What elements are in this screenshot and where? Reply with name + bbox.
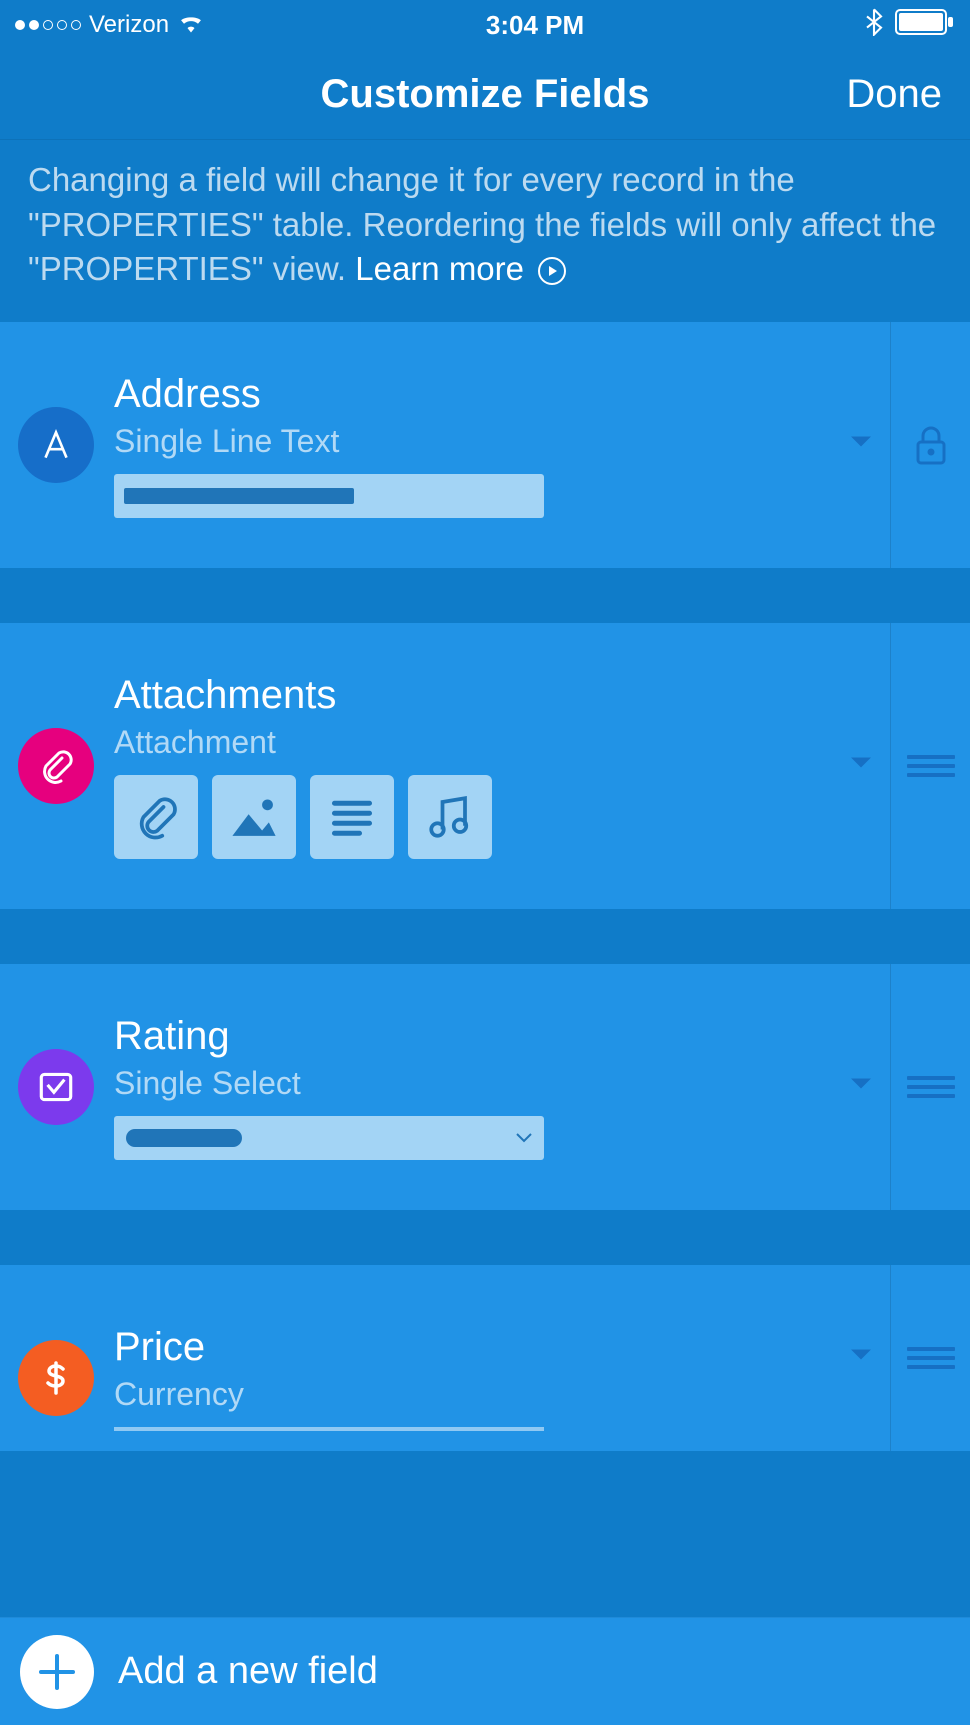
- status-time: 3:04 PM: [486, 10, 584, 41]
- field-name: Price: [114, 1325, 870, 1370]
- text-a-icon: [18, 407, 94, 483]
- field-row-rating[interactable]: Rating Single Select: [0, 964, 970, 1210]
- fields-list: Address Single Line Text Attachments Att…: [0, 322, 970, 1451]
- drag-handle-icon[interactable]: [890, 1265, 970, 1451]
- text-preview: [114, 474, 544, 518]
- page-title: Customize Fields: [321, 72, 650, 117]
- field-type: Single Select: [114, 1065, 870, 1102]
- plus-icon: [20, 1635, 94, 1709]
- chevron-down-icon[interactable]: [850, 1348, 872, 1367]
- signal-strength-icon: [15, 20, 81, 30]
- chevron-down-icon[interactable]: [850, 435, 872, 454]
- battery-icon: [895, 9, 955, 42]
- paperclip-icon: [18, 728, 94, 804]
- chevron-down-icon[interactable]: [850, 1077, 872, 1096]
- chevron-down-icon: [516, 1133, 532, 1143]
- dollar-icon: [18, 1340, 94, 1416]
- music-icon: [408, 775, 492, 859]
- drag-handle-icon[interactable]: [890, 964, 970, 1210]
- field-name: Attachments: [114, 673, 870, 718]
- status-bar: Verizon 3:04 PM: [0, 0, 970, 50]
- image-icon: [212, 775, 296, 859]
- field-name: Address: [114, 372, 870, 417]
- done-button[interactable]: Done: [846, 72, 942, 117]
- field-row-address[interactable]: Address Single Line Text: [0, 322, 970, 568]
- status-left: Verizon: [15, 11, 205, 40]
- field-name: Rating: [114, 1014, 870, 1059]
- lock-icon: [890, 322, 970, 568]
- currency-preview: [114, 1427, 544, 1431]
- add-field-button[interactable]: Add a new field: [0, 1617, 970, 1725]
- document-icon: [310, 775, 394, 859]
- bluetooth-icon: [865, 8, 883, 43]
- field-row-price[interactable]: Price Currency: [0, 1265, 970, 1451]
- add-field-label: Add a new field: [118, 1650, 378, 1693]
- field-type: Attachment: [114, 724, 870, 761]
- field-type: Currency: [114, 1376, 870, 1413]
- play-circle-icon: [537, 256, 567, 286]
- chevron-down-icon[interactable]: [850, 756, 872, 775]
- info-banner: Changing a field will change it for ever…: [0, 140, 970, 322]
- learn-more-link[interactable]: Learn more: [355, 250, 567, 287]
- file-paperclip-icon: [114, 775, 198, 859]
- field-row-attachments[interactable]: Attachments Attachment: [0, 623, 970, 909]
- attachment-preview: [114, 775, 870, 859]
- drag-handle-icon[interactable]: [890, 623, 970, 909]
- status-right: [865, 8, 955, 43]
- wifi-icon: [177, 11, 205, 40]
- field-type: Single Line Text: [114, 423, 870, 460]
- carrier-label: Verizon: [89, 11, 169, 39]
- nav-header: Customize Fields Done: [0, 50, 970, 140]
- select-preview: [114, 1116, 544, 1160]
- select-check-icon: [18, 1049, 94, 1125]
